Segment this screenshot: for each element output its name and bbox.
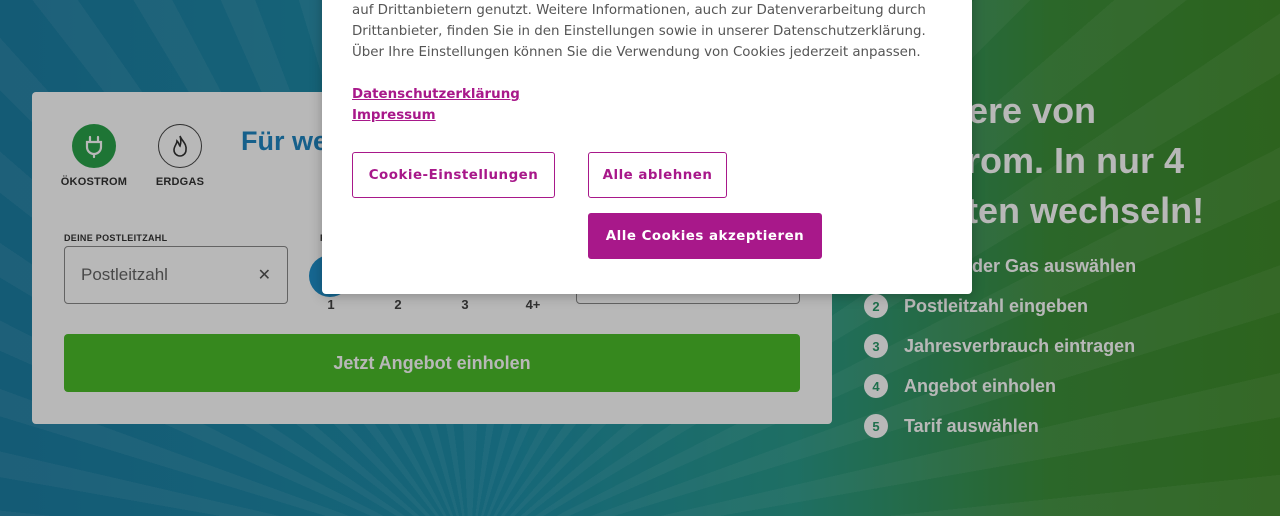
cookie-settings-button[interactable]: Cookie-Einstellungen	[352, 152, 555, 198]
reject-all-button[interactable]: Alle ablehnen	[588, 152, 727, 198]
imprint-link[interactable]: Impressum	[352, 105, 520, 126]
accept-all-cookies-button[interactable]: Alle Cookies akzeptieren	[588, 213, 822, 259]
dialog-links: Datenschutzerklärung Impressum	[352, 84, 520, 126]
cookie-consent-dialog: auf Drittanbietern genutzt. Weitere Info…	[322, 0, 972, 294]
cookie-consent-text: auf Drittanbietern genutzt. Weitere Info…	[352, 3, 926, 60]
privacy-policy-link[interactable]: Datenschutzerklärung	[352, 84, 520, 105]
